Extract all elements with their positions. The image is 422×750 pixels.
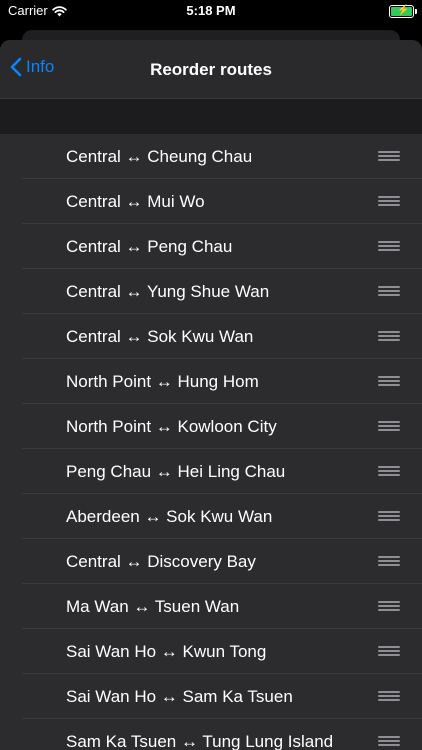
route-row[interactable]: Central ↔ Sok Kwu Wan <box>0 314 422 359</box>
reorder-handle-icon[interactable] <box>378 691 400 702</box>
reorder-handle-icon[interactable] <box>378 556 400 567</box>
status-time: 5:18 PM <box>186 3 236 18</box>
route-row[interactable]: Sai Wan Ho ↔ Sam Ka Tsuen <box>0 674 422 719</box>
reorder-handle-icon[interactable] <box>378 421 400 432</box>
reorder-handle-icon[interactable] <box>378 331 400 342</box>
route-label: Sai Wan Ho ↔ Sam Ka Tsuen <box>66 687 293 706</box>
route-row[interactable]: Central ↔ Peng Chau <box>0 224 422 269</box>
reorder-handle-icon[interactable] <box>378 376 400 387</box>
route-row[interactable]: Central ↔ Mui Wo <box>0 179 422 224</box>
route-row[interactable]: North Point ↔ Kowloon City <box>0 404 422 449</box>
reorder-handle-icon[interactable] <box>378 151 400 162</box>
reorder-handle-icon[interactable] <box>378 601 400 612</box>
reorder-handle-icon[interactable] <box>378 736 400 747</box>
route-row[interactable]: Central ↔ Discovery Bay <box>0 539 422 584</box>
status-bar: Carrier 5:18 PM ⚡ <box>0 0 422 24</box>
route-row[interactable]: Peng Chau ↔ Hei Ling Chau <box>0 449 422 494</box>
navigation-bar: Info Reorder routes <box>0 40 422 99</box>
route-label: Central ↔ Sok Kwu Wan <box>66 327 254 346</box>
route-label: Central ↔ Yung Shue Wan <box>66 282 270 301</box>
route-label: Central ↔ Cheung Chau <box>66 147 253 166</box>
reorder-routes-sheet: Info Reorder routes Central ↔ Cheung Cha… <box>0 40 422 750</box>
route-label: North Point ↔ Hung Hom <box>66 372 259 391</box>
reorder-handle-icon[interactable] <box>378 466 400 477</box>
page-title: Reorder routes <box>150 60 272 79</box>
route-label: Central ↔ Peng Chau <box>66 237 233 256</box>
route-row[interactable]: Ma Wan ↔ Tsuen Wan <box>0 584 422 629</box>
route-label: North Point ↔ Kowloon City <box>66 417 277 436</box>
route-row[interactable]: Central ↔ Cheung Chau <box>0 134 422 179</box>
section-header <box>0 99 422 133</box>
route-label: Central ↔ Discovery Bay <box>66 552 256 571</box>
route-label: Aberdeen ↔ Sok Kwu Wan <box>66 507 273 526</box>
reorder-handle-icon[interactable] <box>378 511 400 522</box>
reorder-handle-icon[interactable] <box>378 241 400 252</box>
battery-charging-icon: ⚡ <box>389 5 417 18</box>
route-row[interactable]: Sam Ka Tsuen ↔ Tung Lung Island <box>0 719 422 750</box>
route-list: Central ↔ Cheung Chau Central ↔ Mui Wo Cen… <box>0 134 422 750</box>
route-row[interactable]: Aberdeen ↔ Sok Kwu Wan <box>0 494 422 539</box>
reorder-handle-icon[interactable] <box>378 196 400 207</box>
route-label: Sam Ka Tsuen ↔ Tung Lung Island <box>66 732 334 750</box>
route-label: Central ↔ Mui Wo <box>66 192 205 211</box>
route-label: Ma Wan ↔ Tsuen Wan <box>66 597 240 616</box>
route-row[interactable]: North Point ↔ Hung Hom <box>0 359 422 404</box>
route-label: Peng Chau ↔ Hei Ling Chau <box>66 462 286 481</box>
route-row[interactable]: Sai Wan Ho ↔ Kwun Tong <box>0 629 422 674</box>
route-label: Sai Wan Ho ↔ Kwun Tong <box>66 642 267 661</box>
reorder-handle-icon[interactable] <box>378 286 400 297</box>
route-row[interactable]: Central ↔ Yung Shue Wan <box>0 269 422 314</box>
reorder-handle-icon[interactable] <box>378 646 400 657</box>
